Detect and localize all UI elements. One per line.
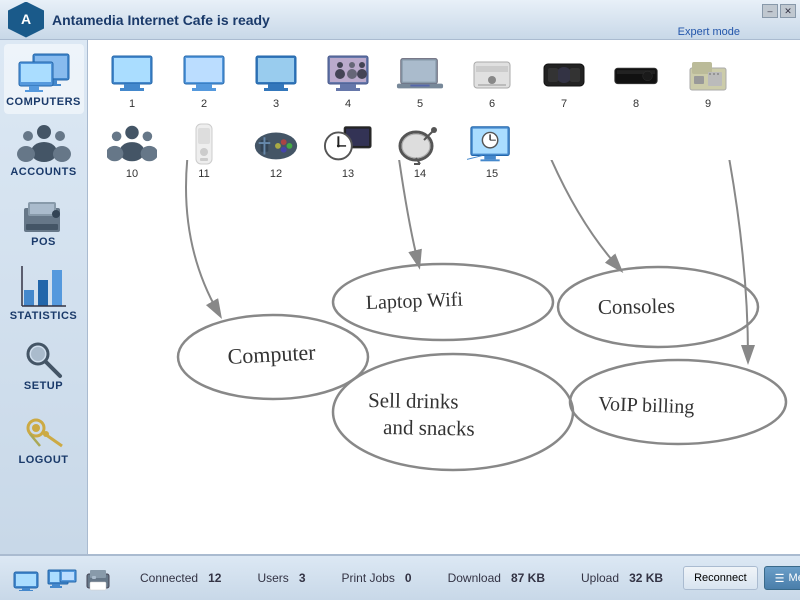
device-8[interactable]: 8 <box>602 48 670 114</box>
svg-text:Computer: Computer <box>227 339 317 369</box>
network-icon-btn[interactable] <box>10 562 42 594</box>
sidebar-item-accounts[interactable]: ACCOUNTS <box>4 116 84 184</box>
app-logo: A <box>8 2 44 38</box>
sidebar-item-pos[interactable]: POS <box>4 186 84 254</box>
device-6[interactable]: 6 <box>458 48 526 114</box>
reconnect-button[interactable]: Reconnect <box>683 566 758 590</box>
svg-text:A: A <box>21 11 31 27</box>
main-layout: COMPUTERS ACCOUNTS <box>0 40 800 554</box>
device-5[interactable]: 5 <box>386 48 454 114</box>
content-area: 1 2 <box>88 40 800 554</box>
download-value: 87 KB <box>511 571 545 585</box>
svg-text:and snacks: and snacks <box>383 415 475 441</box>
svg-text:Laptop Wifi: Laptop Wifi <box>365 289 463 314</box>
sidebar-item-statistics[interactable]: STATISTICS <box>4 256 84 328</box>
print-label: Print Jobs <box>342 571 395 585</box>
device-num-9: 9 <box>705 98 711 110</box>
sidebar-pos-label: POS <box>31 236 56 248</box>
status-icons <box>10 562 114 594</box>
sidebar-item-computers[interactable]: COMPUTERS <box>4 44 84 114</box>
users-label: Users <box>257 571 288 585</box>
device-num-6: 6 <box>489 98 495 110</box>
device-num-7: 7 <box>561 98 567 110</box>
statusbar: Connected 12 Users 3 Print Jobs 0 Downlo… <box>0 554 800 600</box>
device-7[interactable]: 7 <box>530 48 598 114</box>
upload-label: Upload <box>581 571 619 585</box>
device-2[interactable]: 2 <box>170 48 238 114</box>
device-num-4: 4 <box>345 98 351 110</box>
connected-label: Connected <box>140 571 198 585</box>
users-status: Users 3 <box>257 571 305 585</box>
computers-icon-btn[interactable] <box>46 562 78 594</box>
print-status: Print Jobs 0 <box>342 571 412 585</box>
expert-mode-link[interactable]: Expert mode <box>678 26 740 38</box>
device-num-8: 8 <box>633 98 639 110</box>
sidebar-item-setup[interactable]: SETUP <box>4 330 84 398</box>
window-controls: – ✕ <box>762 4 796 18</box>
whiteboard-svg: Computer Laptop Wifi Sell drinks and sna… <box>88 160 800 554</box>
device-9[interactable]: 9 <box>674 48 742 114</box>
device-num-1: 1 <box>129 98 135 110</box>
download-label: Download <box>448 571 501 585</box>
svg-text:Consoles: Consoles <box>598 294 675 319</box>
menu-button[interactable]: ☰ Menu <box>764 566 800 590</box>
device-num-2: 2 <box>201 98 207 110</box>
device-3[interactable]: 3 <box>242 48 310 114</box>
upload-status: Upload 32 KB <box>581 571 663 585</box>
download-status: Download 87 KB <box>448 571 545 585</box>
sidebar-logout-label: LOGOUT <box>18 454 68 466</box>
connected-value: 12 <box>208 571 221 585</box>
device-1[interactable]: 1 <box>98 48 166 114</box>
sidebar-accounts-label: ACCOUNTS <box>10 166 76 178</box>
menu-label: Menu <box>789 572 800 584</box>
svg-text:VoIP billing: VoIP billing <box>598 393 695 418</box>
sidebar-computers-label: COMPUTERS <box>6 96 81 108</box>
device-4[interactable]: 4 <box>314 48 382 114</box>
sidebar-statistics-label: STATISTICS <box>10 310 78 322</box>
svg-text:Sell drinks: Sell drinks <box>368 388 459 414</box>
app-title: Antamedia Internet Cafe is ready <box>52 12 270 28</box>
users-value: 3 <box>299 571 306 585</box>
device-num-5: 5 <box>417 98 423 110</box>
titlebar: A Antamedia Internet Cafe is ready Exper… <box>0 0 800 40</box>
sidebar-setup-label: SETUP <box>24 380 63 392</box>
device-num-3: 3 <box>273 98 279 110</box>
whiteboard: Computer Laptop Wifi Sell drinks and sna… <box>88 160 800 554</box>
sidebar-item-logout[interactable]: LOGOUT <box>4 400 84 472</box>
connected-status: Connected 12 <box>140 571 221 585</box>
close-button[interactable]: ✕ <box>780 4 796 18</box>
printer-icon-btn[interactable] <box>82 562 114 594</box>
minimize-button[interactable]: – <box>762 4 778 18</box>
upload-value: 32 KB <box>629 571 663 585</box>
menu-icon: ☰ <box>775 572 785 585</box>
sidebar: COMPUTERS ACCOUNTS <box>0 40 88 554</box>
print-value: 0 <box>405 571 412 585</box>
